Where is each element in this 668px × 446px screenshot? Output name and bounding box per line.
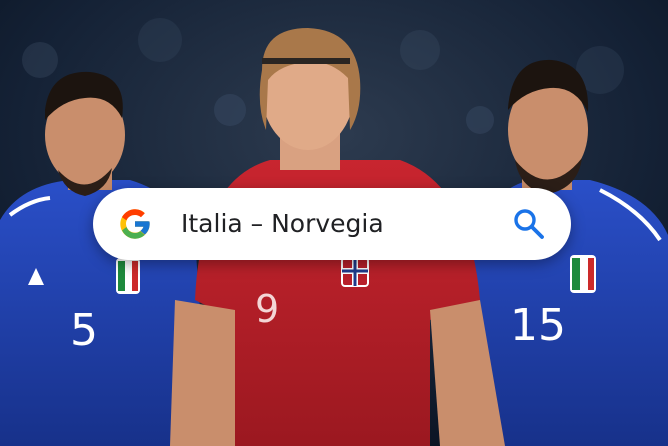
search-bar[interactable]: Italia – Norvegia (93, 188, 571, 260)
shirt-number-center: 9 (255, 287, 279, 331)
shirt-number-left: 5 (70, 305, 98, 356)
google-g-icon (120, 209, 150, 239)
shirt-number-right: 15 (510, 300, 566, 351)
search-query-text[interactable]: Italia – Norvegia (181, 208, 384, 240)
search-icon[interactable] (511, 206, 547, 242)
